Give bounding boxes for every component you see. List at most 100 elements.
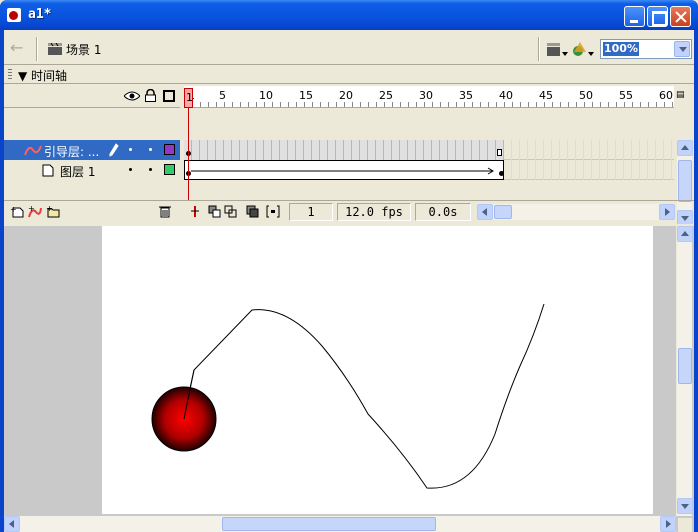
lock-dot[interactable] <box>149 148 152 151</box>
ruler-number: 30 <box>419 89 433 102</box>
lock-dot[interactable] <box>149 168 152 171</box>
ruler-number: 5 <box>219 89 226 102</box>
title-bar[interactable]: a1* <box>0 0 698 30</box>
add-motion-guide-icon[interactable]: + <box>28 205 42 218</box>
ruler-ticks <box>184 102 674 107</box>
frame-view-menu-icon[interactable]: ▤ <box>676 90 690 104</box>
frame-ruler[interactable]: 1 5 10 15 20 25 30 35 40 45 50 55 60 <box>184 86 674 108</box>
toolbar-separator <box>538 37 540 61</box>
timeline-panel: 1 5 10 15 20 25 30 35 40 45 50 55 60 ▤ <box>4 86 694 228</box>
flash-window: a1* ← 场景 1 100% ▼ 时间轴 5 10 15 20 25 30 3… <box>0 0 698 532</box>
scroll-right-icon[interactable] <box>660 516 676 532</box>
scroll-thumb[interactable] <box>494 205 512 219</box>
current-frame: 1 <box>289 203 333 221</box>
playhead-frame: 1 <box>186 91 193 104</box>
insert-layer-icon[interactable]: + <box>10 205 24 218</box>
layer-outline-color[interactable] <box>164 164 175 175</box>
edit-symbols-icon[interactable] <box>572 40 594 58</box>
svg-text:+: + <box>10 205 17 214</box>
window-title: a1* <box>28 7 52 22</box>
motion-guide-path <box>183 303 545 489</box>
layer-outline-color[interactable] <box>164 144 175 155</box>
timeline-header[interactable]: ▼ 时间轴 <box>4 66 694 84</box>
scene-label[interactable]: 场景 1 <box>66 41 101 58</box>
timeline-title-text: 时间轴 <box>31 69 68 83</box>
keyframe[interactable] <box>499 171 504 176</box>
svg-text:+: + <box>28 205 35 213</box>
insert-folder-icon[interactable]: + <box>46 205 60 218</box>
edit-scene-icon[interactable] <box>546 40 568 58</box>
scroll-thumb[interactable] <box>222 517 436 531</box>
motion-guide-icon <box>24 145 42 156</box>
frame-horizontal-scrollbar[interactable] <box>477 204 675 220</box>
svg-text:+: + <box>46 205 53 213</box>
layer-name[interactable]: 引导层: ... <box>44 143 99 160</box>
outline-all-icon[interactable] <box>163 90 175 102</box>
layer-icon <box>42 164 54 177</box>
stage[interactable] <box>102 226 653 514</box>
lock-all-icon[interactable] <box>145 89 156 102</box>
scroll-up-icon[interactable] <box>677 140 693 156</box>
layer-name[interactable]: 图层 1 <box>60 163 95 180</box>
scroll-thumb[interactable] <box>678 160 692 202</box>
timeline-status-bar: + + + 1 12.0 fps 0.0s <box>4 200 694 222</box>
edit-multiple-frames-icon[interactable] <box>246 205 260 218</box>
zoom-select[interactable]: 100% <box>600 39 692 59</box>
modify-onion-markers-icon[interactable] <box>266 205 280 218</box>
tween-arrow-icon <box>191 167 494 175</box>
document-icon <box>7 8 21 22</box>
stage-vertical-scrollbar[interactable] <box>676 226 693 516</box>
frame-rate[interactable]: 12.0 fps <box>337 203 411 221</box>
panel-grip-icon[interactable] <box>8 69 12 80</box>
show-hide-all-eye-icon[interactable] <box>124 91 140 101</box>
frame-track-guide[interactable] <box>184 140 674 160</box>
stage-area[interactable] <box>4 224 694 532</box>
visibility-dot[interactable] <box>129 148 132 151</box>
close-button[interactable] <box>670 6 691 27</box>
scroll-up-icon[interactable] <box>677 226 693 242</box>
elapsed-time: 0.0s <box>415 203 471 221</box>
center-frame-icon[interactable] <box>188 205 202 218</box>
selected-frame-span[interactable] <box>184 140 504 160</box>
visibility-dot[interactable] <box>129 168 132 171</box>
scroll-left-icon[interactable] <box>477 204 493 220</box>
delete-layer-icon[interactable] <box>158 205 172 218</box>
playhead[interactable]: 1 <box>184 88 193 108</box>
ruler-number: 40 <box>499 89 513 102</box>
end-frame[interactable] <box>497 149 502 156</box>
stage-canvas[interactable] <box>102 226 653 514</box>
layer-row-layer1[interactable]: 图层 1 <box>4 160 180 180</box>
scroll-down-icon[interactable] <box>677 498 693 514</box>
stage-horizontal-scrollbar[interactable] <box>4 516 676 532</box>
layer-header <box>4 86 180 108</box>
ruler-number: 20 <box>339 89 353 102</box>
layer-row-guide[interactable]: 引导层: ... <box>4 140 180 160</box>
document-client-area: ← 场景 1 100% ▼ 时间轴 5 10 15 20 25 30 35 40… <box>4 30 694 532</box>
ruler-number: 55 <box>619 89 633 102</box>
zoom-dropdown-arrow-icon[interactable] <box>674 41 690 57</box>
scroll-right-icon[interactable] <box>659 204 675 220</box>
scroll-thumb[interactable] <box>678 348 692 384</box>
ruler-number: 50 <box>579 89 593 102</box>
ruler-number: 10 <box>259 89 273 102</box>
tween-span[interactable] <box>184 160 504 180</box>
timeline-title[interactable]: ▼ 时间轴 <box>18 67 67 84</box>
playhead-line <box>188 108 189 200</box>
edit-bar: ← 场景 1 100% <box>4 33 694 65</box>
ruler-number: 60 <box>659 89 673 102</box>
onion-skin-icon[interactable] <box>208 205 222 218</box>
ruler-number: 25 <box>379 89 393 102</box>
resize-grip-icon[interactable] <box>678 518 692 532</box>
scroll-left-icon[interactable] <box>4 516 20 532</box>
frame-track-layer1[interactable] <box>184 160 674 180</box>
ruler-number: 45 <box>539 89 553 102</box>
zoom-value: 100% <box>603 42 639 56</box>
onion-skin-outlines-icon[interactable] <box>224 205 238 218</box>
ruler-number: 35 <box>459 89 473 102</box>
scene-icon <box>48 43 62 55</box>
maximize-button[interactable] <box>647 6 668 27</box>
ruler-number: 15 <box>299 89 313 102</box>
back-arrow-icon[interactable]: ← <box>10 39 28 57</box>
minimize-button[interactable] <box>624 6 645 27</box>
pencil-icon <box>109 143 119 157</box>
